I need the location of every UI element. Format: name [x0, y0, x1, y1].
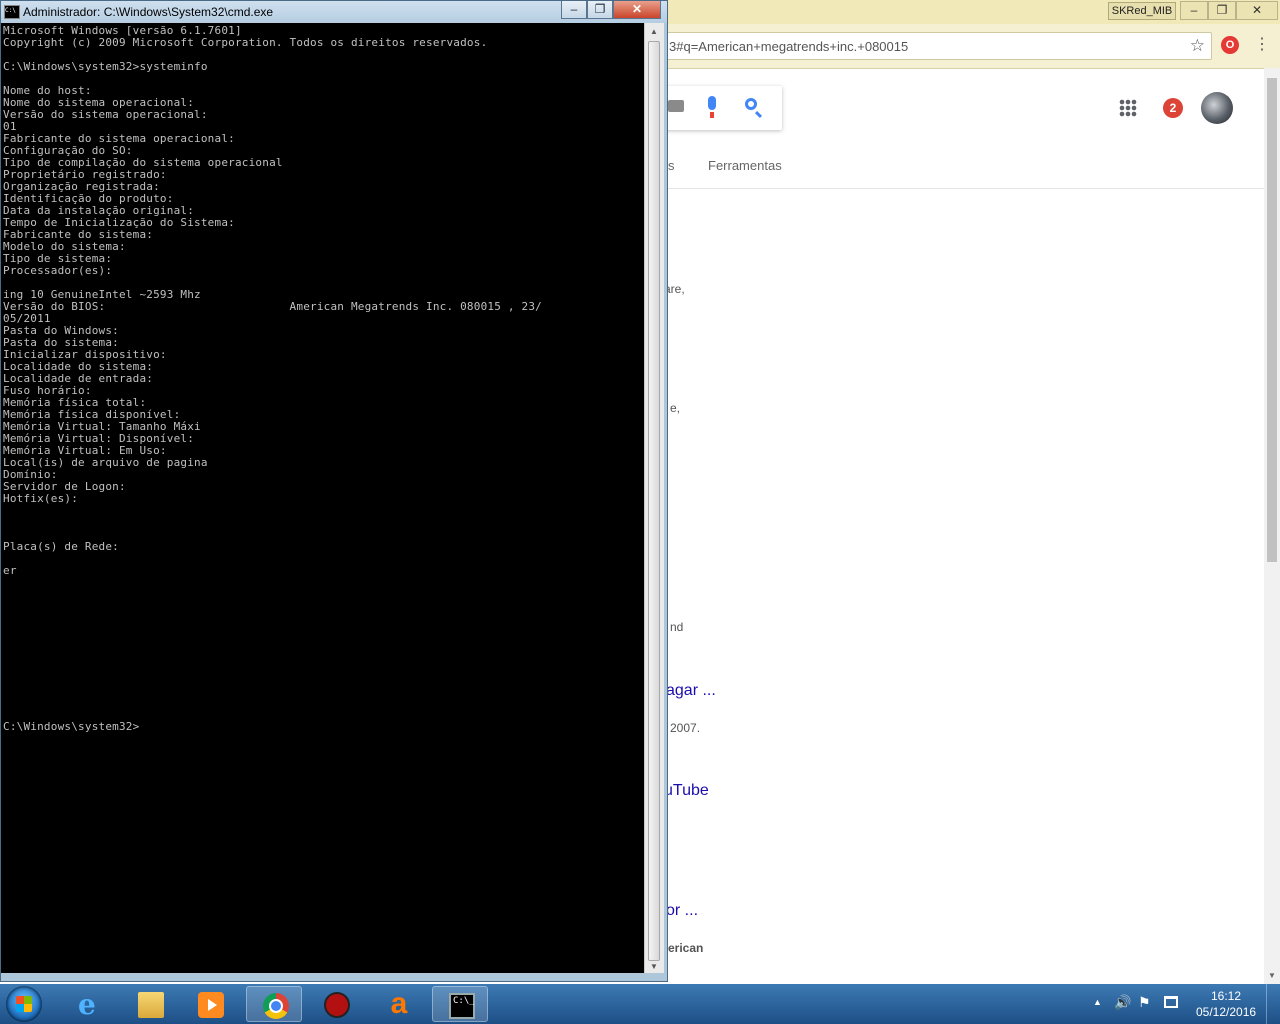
- console-line: er: [3, 564, 17, 577]
- opera-icon[interactable]: O: [1221, 36, 1239, 54]
- chrome-icon: [263, 993, 289, 1019]
- cmd-close-button[interactable]: ✕: [613, 1, 661, 19]
- hunter-icon: [324, 992, 350, 1018]
- taskbar-hunter-button[interactable]: [308, 986, 364, 1022]
- address-bar[interactable]: 3#q=American+megatrends+inc.+080015 ☆: [664, 32, 1212, 60]
- star-icon[interactable]: ☆: [1190, 35, 1205, 57]
- console-line: Servidor de Logon:: [3, 480, 126, 493]
- clock-date[interactable]: 05/12/2016: [1196, 1005, 1256, 1019]
- mic-icon[interactable]: [708, 96, 716, 118]
- taskbar-chrome-button[interactable]: [246, 986, 302, 1022]
- search-icon[interactable]: [745, 98, 757, 110]
- tab-fragment[interactable]: s: [668, 158, 675, 173]
- console-line: Local(is) de arquivo de pagina: [3, 456, 208, 469]
- console-line: C:\Windows\system32>: [3, 720, 140, 733]
- scroll-down-arrow-icon[interactable]: ▼: [650, 962, 658, 971]
- result-snippet-fragment: e,: [670, 401, 681, 415]
- network-icon[interactable]: [1164, 996, 1178, 1008]
- scroll-up-arrow-icon[interactable]: ▲: [650, 27, 658, 36]
- tab-tools[interactable]: Ferramentas: [708, 158, 782, 173]
- search-box[interactable]: [656, 86, 782, 130]
- browser-minimize-button[interactable]: ‒: [1180, 1, 1208, 20]
- avast-icon: a: [390, 987, 408, 1020]
- result-link-fragment[interactable]: uTube: [664, 782, 709, 800]
- cmd-window: C:\ Administrador: C:\Windows\System32\c…: [0, 0, 668, 982]
- result-link-fragment[interactable]: agar ...: [666, 682, 716, 700]
- console-line: Versão do sistema operacional:: [3, 108, 208, 121]
- notification-badge[interactable]: 2: [1163, 98, 1183, 118]
- cmd-title-icon[interactable]: C:\: [4, 5, 20, 19]
- console-line: Copyright (c) 2009 Microsoft Corporation…: [3, 36, 488, 49]
- apps-grid-icon[interactable]: [1119, 99, 1137, 117]
- result-snippet-fragment: nd: [670, 620, 684, 634]
- result-link-fragment[interactable]: or ...: [666, 902, 698, 920]
- taskbar: e a C:\_ ▲ 🔊 ⚑ 16:12 05/12/2016: [0, 984, 1280, 1024]
- ie-icon: e: [78, 988, 96, 1021]
- taskbar-avast-button[interactable]: a: [370, 986, 426, 1022]
- cmd-icon: C:\_: [449, 993, 475, 1019]
- keyboard-icon[interactable]: [668, 100, 684, 112]
- cmd-window-title: Administrador: C:\Windows\System32\cmd.e…: [23, 5, 274, 19]
- console-line: Placa(s) de Rede:: [3, 540, 119, 553]
- browser-restore-button[interactable]: ❐: [1208, 1, 1236, 20]
- console-line: Processador(es):: [3, 264, 113, 277]
- folder-icon: [138, 992, 164, 1018]
- volume-icon[interactable]: 🔊: [1114, 994, 1131, 1011]
- taskbar-cmd-button[interactable]: C:\_: [432, 986, 488, 1022]
- show-desktop-button[interactable]: [1266, 984, 1280, 1024]
- taskbar-explorer-button[interactable]: [122, 986, 178, 1022]
- browser-scroll-thumb[interactable]: [1267, 78, 1277, 562]
- results-divider: [656, 188, 1268, 189]
- browser-close-button[interactable]: ✕: [1236, 1, 1278, 20]
- media-player-icon: [198, 992, 224, 1018]
- start-button[interactable]: [6, 986, 42, 1022]
- tray-expand-icon[interactable]: ▲: [1093, 997, 1102, 1007]
- cmd-scrollbar[interactable]: ▲ ▼: [644, 23, 664, 973]
- browser-scrollbar[interactable]: ▼: [1264, 68, 1280, 984]
- result-snippet-fragment: erican: [668, 941, 704, 955]
- avatar[interactable]: [1201, 92, 1233, 124]
- clock-time[interactable]: 16:12: [1196, 989, 1256, 1003]
- taskbar-ie-button[interactable]: e: [62, 986, 118, 1022]
- taskbar-media-button[interactable]: [182, 986, 238, 1022]
- console-line: Versão do BIOS: American Megatrends Inc.…: [3, 300, 542, 313]
- cmd-restore-button[interactable]: ❐: [587, 1, 613, 19]
- address-bar-url[interactable]: 3#q=American+megatrends+inc.+080015: [669, 39, 908, 54]
- console-line: C:\Windows\system32>systeminfo: [3, 60, 208, 73]
- scroll-down-arrow-icon[interactable]: ▼: [1268, 971, 1276, 980]
- cmd-minimize-button[interactable]: ‒: [561, 1, 587, 19]
- cmd-lines: Microsoft Windows [versão 6.1.7601] Copyr…: [3, 25, 542, 733]
- cmd-scroll-thumb[interactable]: [648, 41, 660, 961]
- result-snippet-fragment: 2007.: [670, 721, 701, 735]
- menu-icon[interactable]: ⋮: [1254, 36, 1270, 54]
- cmd-titlebar[interactable]: C:\ Administrador: C:\Windows\System32\c…: [1, 1, 667, 23]
- profile-chip[interactable]: SKRed_MIB: [1108, 2, 1176, 20]
- action-center-flag-icon[interactable]: ⚑: [1138, 994, 1151, 1011]
- console-line: Hotfix(es):: [3, 492, 79, 505]
- cmd-console-output[interactable]: Microsoft Windows [versão 6.1.7601] Copyr…: [1, 23, 644, 973]
